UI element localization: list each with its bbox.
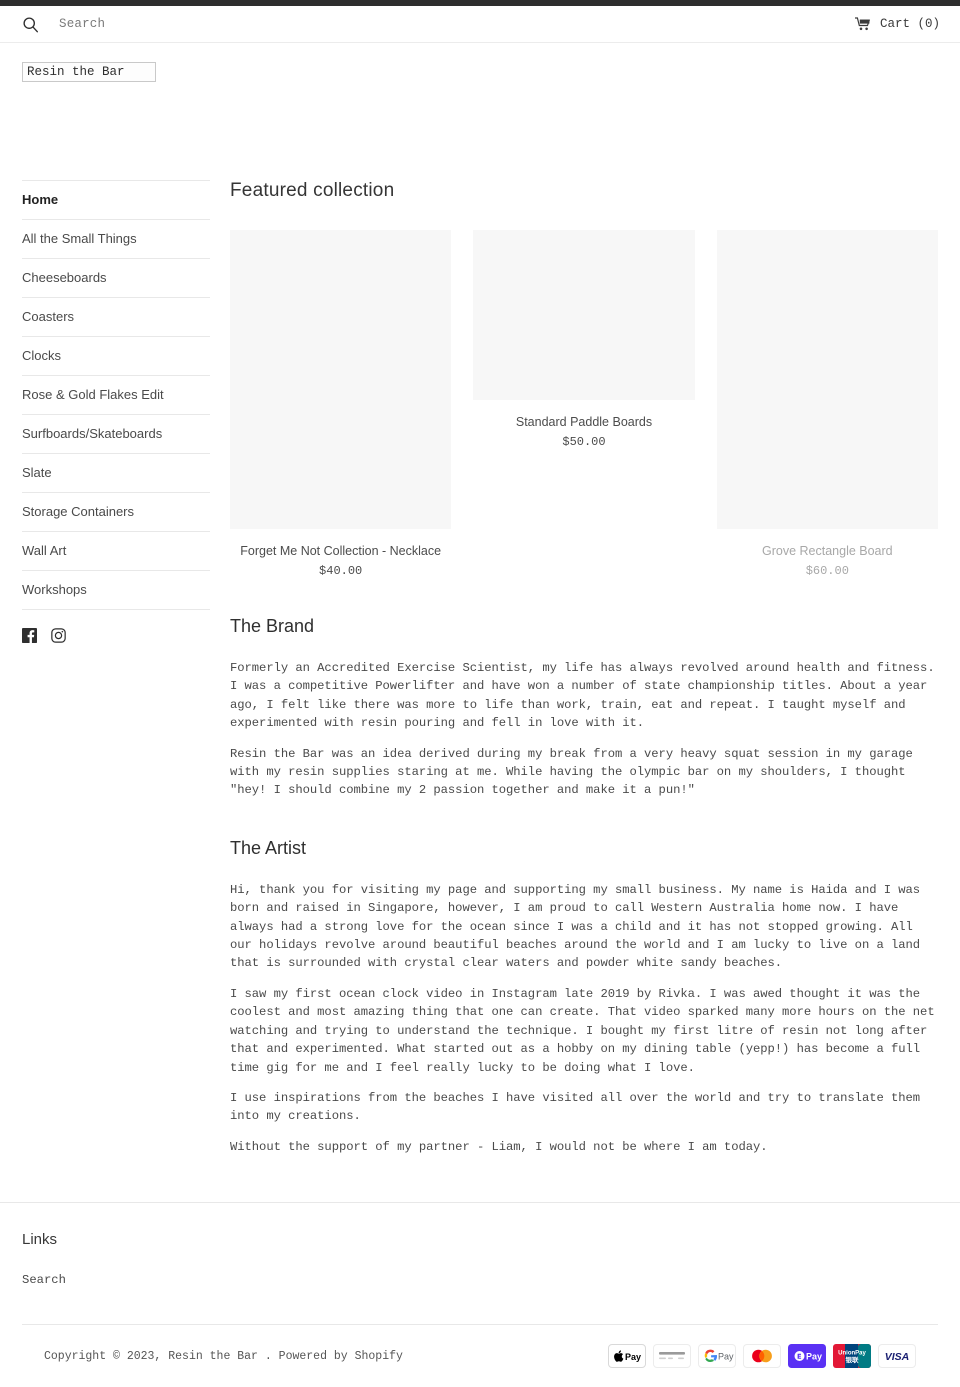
svg-text:VISA: VISA [885, 1351, 910, 1363]
sidebar-item-slate[interactable]: Slate [22, 454, 210, 493]
svg-text:Pay: Pay [625, 1352, 641, 1362]
sidebar-item-surfboards-skateboards[interactable]: Surfboards/Skateboards [22, 415, 210, 454]
unionpay-icon: UnionPay 银联 [833, 1344, 871, 1369]
google-pay-icon: Pay [698, 1344, 736, 1369]
search-group[interactable] [22, 16, 319, 33]
brand-paragraph: Resin the Bar was an idea derived during… [230, 746, 913, 798]
sidebar-item-rose-gold-flakes-edit[interactable]: Rose & Gold Flakes Edit [22, 376, 210, 415]
footer-links-heading: Links [22, 1231, 58, 1249]
sidebar-item-home[interactable]: Home [22, 181, 210, 220]
search-input[interactable] [59, 17, 319, 31]
copyright-separator: . [264, 1349, 272, 1363]
footer-bottom-bar: Copyright © 2023, Resin the Bar . Powere… [22, 1324, 938, 1387]
product-image-placeholder[interactable] [473, 230, 695, 400]
powered-by-shopify-link[interactable]: Powered by Shopify [279, 1350, 403, 1363]
sidebar-item-clocks[interactable]: Clocks [22, 337, 210, 376]
sidebar-item-cheeseboards[interactable]: Cheeseboards [22, 259, 210, 298]
product-image-placeholder[interactable] [716, 230, 938, 529]
product-card[interactable]: Forget Me Not Collection - Necklace $40.… [230, 230, 452, 578]
search-icon[interactable] [22, 16, 39, 33]
product-card[interactable]: Grove Rectangle Board $60.00 [716, 230, 938, 578]
brand-section: The Brand Formerly an Accredited Exercis… [230, 616, 938, 800]
visa-icon: VISA [878, 1344, 916, 1369]
cart-label: Cart (0) [879, 17, 940, 31]
product-image-placeholder[interactable] [230, 230, 452, 529]
product-price: $50.00 [562, 435, 606, 449]
main-content: Featured collection Forget Me Not Collec… [230, 180, 960, 1156]
utility-bar: Cart (0) [0, 6, 960, 43]
site-logo-broken-image[interactable]: Resin the Bar [22, 62, 156, 82]
sidebar-item-storage-containers[interactable]: Storage Containers [22, 493, 210, 532]
copyright-text: Copyright © 2023, Resin the Bar . Powere… [44, 1350, 403, 1363]
svg-text:Pay: Pay [806, 1352, 822, 1362]
store-name-link[interactable]: Resin the Bar [168, 1350, 258, 1363]
instagram-icon[interactable] [51, 628, 66, 643]
footer-link-search[interactable]: Search [22, 1273, 66, 1287]
artist-paragraph: Without the support of my partner - Liam… [230, 1139, 768, 1154]
artist-section: The Artist Hi, thank you for visiting my… [230, 838, 938, 1156]
svg-text:银联: 银联 [846, 1355, 860, 1364]
page-body: Home All the Small Things Cheeseboards C… [0, 82, 960, 1156]
brand-heading: The Brand [230, 616, 315, 636]
product-grid: Forget Me Not Collection - Necklace $40.… [230, 230, 938, 578]
copyright-prefix: Copyright © 2023, [44, 1349, 162, 1363]
product-price: $60.00 [805, 564, 849, 578]
product-title: Forget Me Not Collection - Necklace [240, 544, 442, 558]
artist-heading: The Artist [230, 837, 307, 858]
product-card[interactable]: Standard Paddle Boards $50.00 [473, 230, 695, 449]
shopping-cart-icon [854, 17, 871, 31]
sidebar-item-coasters[interactable]: Coasters [22, 298, 210, 337]
sidebar-item-wall-art[interactable]: Wall Art [22, 532, 210, 571]
product-title: Standard Paddle Boards [515, 415, 653, 429]
generic-card-icon [653, 1344, 691, 1369]
sidebar-item-workshops[interactable]: Workshops [22, 571, 210, 610]
sidebar-nav: Home All the Small Things Cheeseboards C… [22, 180, 210, 643]
apple-pay-icon: Pay [608, 1344, 646, 1369]
svg-text:UnionPay: UnionPay [838, 1351, 866, 1357]
featured-collection-title: Featured collection [230, 180, 395, 201]
shop-pay-icon: Pay [788, 1344, 826, 1369]
product-title: Grove Rectangle Board [762, 544, 893, 558]
artist-paragraph: Hi, thank you for visiting my page and s… [230, 882, 921, 971]
artist-paragraph: I use inspirations from the beaches I ha… [230, 1090, 921, 1124]
product-price: $40.00 [319, 564, 363, 578]
logo-area: Resin the Bar [0, 43, 960, 82]
cart-link[interactable]: Cart (0) [854, 17, 940, 31]
svg-text:Pay: Pay [718, 1352, 734, 1362]
footer: Links Search Copyright © 2023, Resin the… [0, 1202, 960, 1387]
sidebar-item-all-the-small-things[interactable]: All the Small Things [22, 220, 210, 259]
facebook-icon[interactable] [22, 628, 37, 643]
payment-icons: Pay Pay Pay UnionPay 银联 VISA [608, 1344, 916, 1369]
brand-paragraph: Formerly an Accredited Exercise Scientis… [230, 661, 935, 731]
social-links [22, 610, 210, 643]
artist-paragraph: I saw my first ocean clock video in Inst… [230, 986, 935, 1075]
mastercard-icon [743, 1344, 781, 1369]
